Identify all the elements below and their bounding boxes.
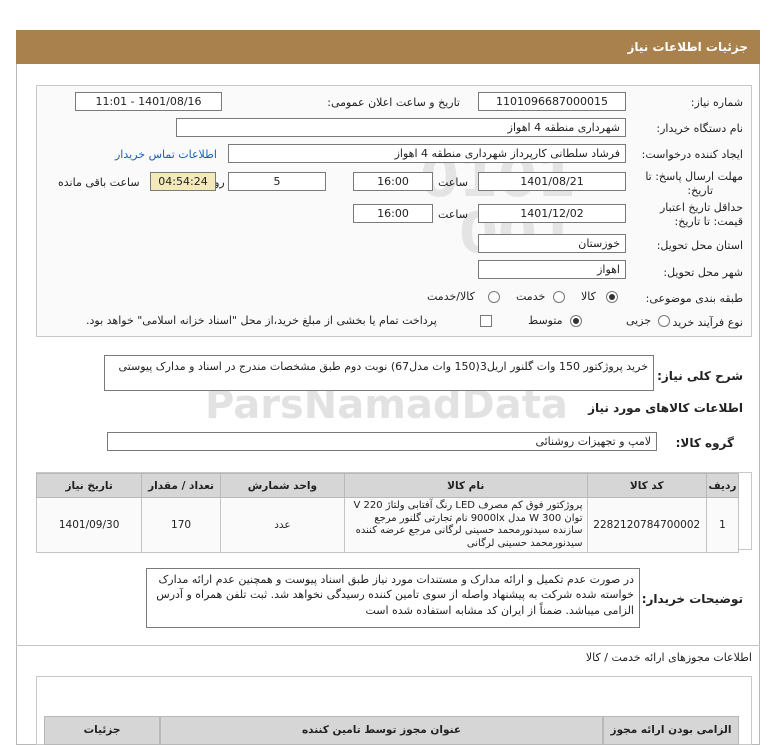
remaining-label: ساعت باقی مانده (58, 176, 140, 189)
buyer-org-label: نام دستگاه خریدار: (656, 122, 743, 135)
city-label: شهر محل تحویل: (663, 266, 743, 279)
cell-row: 1 (706, 497, 739, 553)
col-row: ردیف (706, 473, 739, 498)
treasury-payment-checkbox[interactable] (480, 315, 492, 327)
category-option-goods-service: کالا/خدمت (427, 290, 475, 303)
announce-field: 1401/08/16 - 11:01 (75, 92, 222, 111)
category-radio-service[interactable] (553, 291, 565, 303)
days-field: 5 (228, 172, 326, 191)
need-number-field: 1101096687000015 (478, 92, 626, 111)
creator-label: ایجاد کننده درخواست: (641, 148, 743, 161)
purchase-type-label: نوع فرآیند خرید : (665, 316, 743, 329)
creator-field: فرشاد سلطانی کارپرداز شهرداری منطقه 4 اه… (228, 144, 626, 163)
goods-group-label: گروه کالا: (675, 436, 734, 450)
treasury-payment-note: پرداخت تمام یا بخشی از مبلغ خرید،از محل … (86, 314, 437, 327)
cell-date: 1401/09/30 (35, 497, 143, 553)
col-name: نام کالا (343, 473, 588, 498)
col-quantity: تعداد / مقدار (141, 473, 221, 498)
deadline-time-field: 16:00 (353, 172, 433, 191)
summary-label: شرح کلی نیاز: (657, 369, 743, 383)
city-field: اهواز (478, 260, 626, 279)
permit-col-required: الزامی بودن ارائه مجوز (603, 716, 739, 745)
remaining-time-field: 04:54:24 (150, 172, 216, 191)
divider (16, 645, 760, 646)
goods-table-header: ردیف کد کالا نام کالا واحد شمارش تعداد /… (35, 473, 739, 498)
goods-group-field: لامپ و تجهیزات روشنائی (107, 432, 657, 451)
col-unit: واحد شمارش (219, 473, 345, 498)
province-label: استان محل تحویل: (656, 239, 743, 252)
category-option-service: خدمت (516, 290, 546, 303)
purchase-option-minor: جزیی (626, 314, 652, 327)
cell-code: 2282120784700002 (586, 497, 707, 553)
cell-unit: عدد (219, 497, 345, 553)
category-label: طبقه بندی موضوعی: (645, 292, 743, 305)
purchase-option-medium: متوسط (528, 314, 563, 327)
category-option-goods: کالا (581, 290, 596, 303)
goods-table: ردیف کد کالا نام کالا واحد شمارش تعداد /… (35, 473, 739, 553)
validity-label-1: حداقل تاریخ اعتبار (659, 201, 743, 214)
summary-field: خرید پروژکتور 150 وات گلنور اریل3(150 وا… (104, 355, 654, 391)
purchase-radio-medium[interactable] (570, 315, 582, 327)
deadline-date-field: 1401/08/21 (478, 172, 626, 191)
purchase-radio-minor[interactable] (658, 315, 670, 327)
cell-name: پروژکتور فوق کم مصرف LED رنگ آفتابی ولتا… (343, 497, 588, 553)
page-header: جزئیات اطلاعات نیاز (16, 30, 760, 64)
announce-label: تاریخ و ساعت اعلان عمومی: (327, 96, 460, 109)
validity-label-2: قیمت: تا تاریخ: (674, 215, 743, 228)
col-date: تاریخ نیاز (35, 473, 143, 498)
deadline-label-2: تاریخ: (687, 184, 713, 197)
table-row: 1 2282120784700002 پروژکتور فوق کم مصرف … (35, 497, 739, 553)
permit-col-details: جزئیات (44, 716, 160, 745)
permit-col-title: عنوان مجوز توسط تامین کننده (160, 716, 603, 745)
category-radio-goods[interactable] (606, 291, 618, 303)
cell-quantity: 170 (141, 497, 221, 553)
buyer-notes-field: در صورت عدم تکمیل و ارائه مدارک و مستندا… (146, 568, 640, 628)
category-radio-goods-service[interactable] (488, 291, 500, 303)
validity-time-field: 16:00 (353, 204, 433, 223)
col-code: کد کالا (586, 473, 707, 498)
validity-time-label: ساعت (438, 208, 468, 221)
buyer-contact-link[interactable]: اطلاعات تماس خریدار (115, 148, 217, 161)
permits-section-title: اطلاعات مجوزهای ارائه خدمت / کالا (585, 651, 752, 664)
validity-date-field: 1401/12/02 (478, 204, 626, 223)
goods-section-title: اطلاعات کالاهای مورد نیاز (588, 401, 743, 415)
buyer-notes-label: توضیحات خریدار: (641, 592, 743, 606)
buyer-org-field: شهرداری منطقه 4 اهواز (176, 118, 626, 137)
deadline-label-1: مهلت ارسال پاسخ: تا (645, 170, 743, 183)
province-field: خوزستان (478, 234, 626, 253)
need-number-label: شماره نیاز: (690, 96, 743, 109)
deadline-time-label: ساعت (438, 176, 468, 189)
page-title: جزئیات اطلاعات نیاز (627, 40, 748, 54)
